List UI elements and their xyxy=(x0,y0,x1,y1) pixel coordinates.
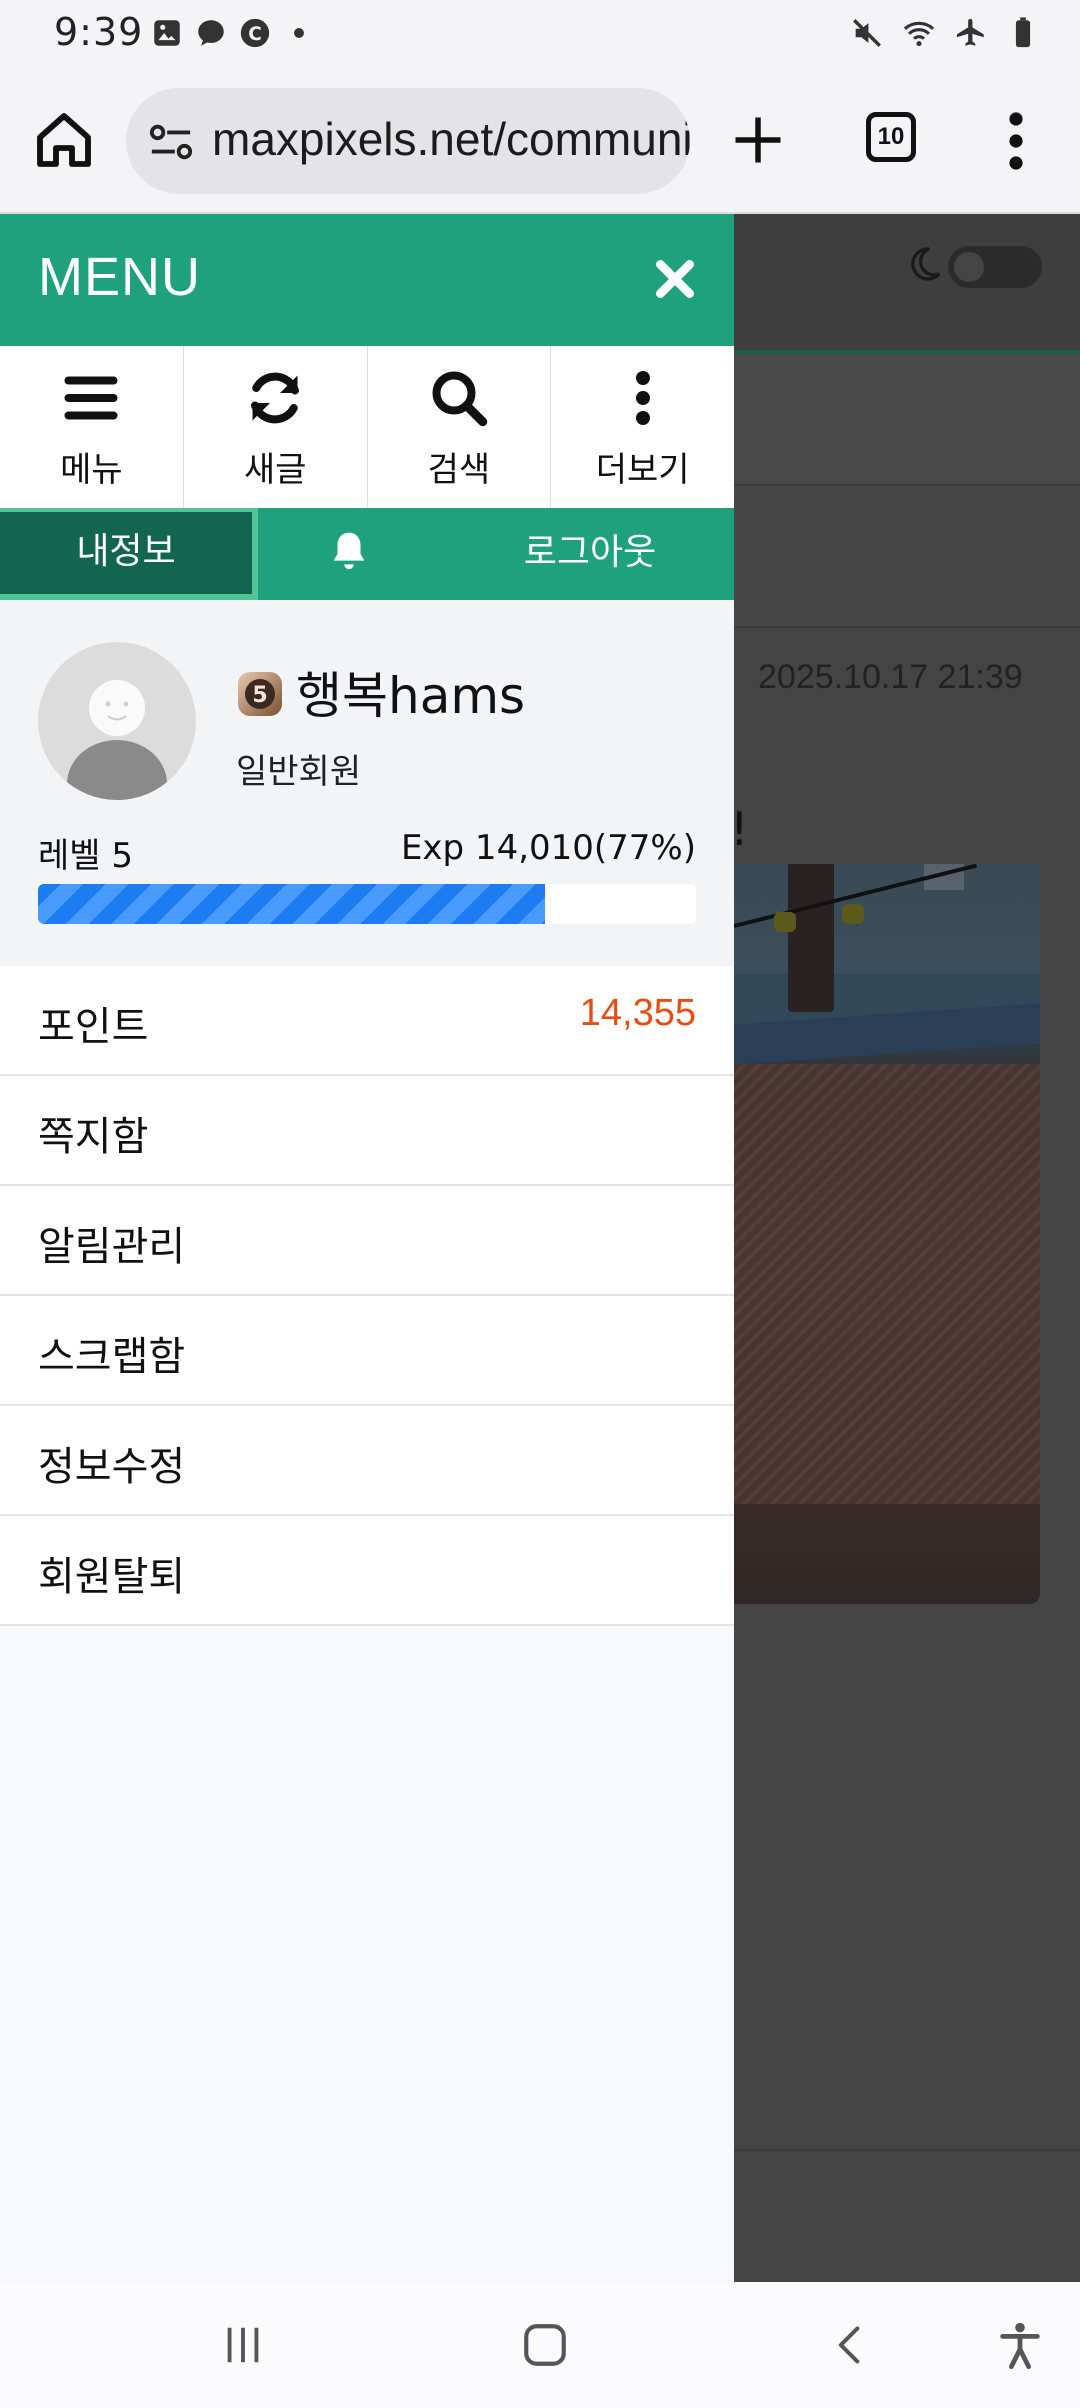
menu-item-label: 포인트 xyxy=(38,1004,149,1050)
browser-menu-icon[interactable] xyxy=(994,108,1038,174)
tab-my-info[interactable]: 내정보 xyxy=(0,508,258,600)
drawer-tabs: 내정보 로그아웃 xyxy=(0,508,734,600)
menu-button[interactable]: 메뉴 xyxy=(0,346,184,508)
account-menu: 포인트 14,355 쪽지함 알림관리 스크랩함 정보수정 회원탈퇴 xyxy=(0,966,734,1626)
back-icon[interactable] xyxy=(828,2320,872,2370)
menu-item-notifications[interactable]: 알림관리 xyxy=(0,1186,734,1296)
more-button-label: 더보기 xyxy=(595,450,690,490)
exp-progress-fill xyxy=(38,884,545,924)
username: 행복hams xyxy=(296,667,526,725)
page-section xyxy=(734,354,1080,486)
search-icon xyxy=(432,371,488,427)
dark-mode-toggle[interactable] xyxy=(948,246,1042,288)
tab-logout[interactable]: 로그아웃 xyxy=(510,508,670,600)
accessibility-icon[interactable] xyxy=(994,2318,1046,2372)
search-button[interactable]: 검색 xyxy=(368,346,552,508)
airplane-icon xyxy=(956,18,984,46)
messenger-icon xyxy=(198,20,224,46)
svg-text:C: C xyxy=(248,24,262,45)
menu-item-label: 알림관리 xyxy=(38,1224,186,1270)
new-posts-button[interactable]: 새글 xyxy=(184,346,368,508)
new-tab-icon[interactable] xyxy=(728,110,788,170)
home-nav-icon[interactable] xyxy=(520,2320,570,2370)
menu-item-points[interactable]: 포인트 14,355 xyxy=(0,966,734,1076)
post-date: 2025.10.17 21:39 xyxy=(758,658,1023,696)
post-title-row: ! xyxy=(734,486,1080,856)
browser-toolbar: maxpixels.net/community 10 xyxy=(0,72,1080,214)
new-posts-button-label: 새글 xyxy=(243,450,307,490)
avatar-placeholder-icon xyxy=(67,680,167,800)
more-button[interactable]: 더보기 xyxy=(551,346,734,508)
dimmed-page-overlay[interactable]: ! 2025.10.17 21:39 xyxy=(734,214,1080,2282)
recent-apps-icon[interactable] xyxy=(220,2322,266,2368)
post-photo xyxy=(734,864,1040,1604)
quick-actions: 메뉴 새글 검색 더보기 xyxy=(0,346,734,509)
more-vertical-icon xyxy=(635,371,650,425)
drawer-header: MENU xyxy=(0,214,734,346)
tab-switcher-button[interactable]: 10 xyxy=(866,112,916,162)
menu-item-messages[interactable]: 쪽지함 xyxy=(0,1076,734,1186)
menu-item-label: 회원탈퇴 xyxy=(38,1554,186,1600)
avatar[interactable] xyxy=(38,642,196,800)
menu-button-label: 메뉴 xyxy=(60,450,123,490)
page-header xyxy=(734,214,1080,354)
svg-text:5: 5 xyxy=(252,683,267,708)
url-text: maxpixels.net/community xyxy=(212,113,690,165)
post-title-fragment: ! xyxy=(734,802,748,856)
member-role: 일반회원 xyxy=(236,752,362,792)
c-app-icon: C xyxy=(240,18,270,48)
menu-item-scraps[interactable]: 스크랩함 xyxy=(0,1296,734,1406)
level-badge-icon: 5 xyxy=(238,672,282,716)
close-icon[interactable] xyxy=(650,254,700,304)
search-button-label: 검색 xyxy=(427,450,491,490)
points-value: 14,355 xyxy=(579,992,696,1034)
exp-progress-bar xyxy=(38,884,696,924)
status-bar: 9:39 C xyxy=(0,0,1080,72)
level-label: 레벨 5 xyxy=(38,836,133,876)
image-icon xyxy=(154,20,180,46)
exp-label: Exp 14,010(77%) xyxy=(400,828,696,868)
menu-item-label: 정보수정 xyxy=(38,1444,186,1490)
refresh-icon xyxy=(251,372,300,424)
moon-icon xyxy=(911,247,941,281)
address-bar[interactable]: maxpixels.net/community xyxy=(126,88,690,194)
profile-card: 5 행복hams 일반회원 레벨 5 Exp 14,010(77%) xyxy=(0,600,734,968)
hamburger-icon xyxy=(64,376,118,420)
system-nav-bar xyxy=(0,2282,1080,2408)
site-settings-icon[interactable] xyxy=(148,122,194,162)
wifi-icon xyxy=(903,21,935,47)
divider xyxy=(734,2149,1080,2151)
battery-icon xyxy=(1015,17,1031,48)
dot-icon xyxy=(294,28,304,38)
side-drawer: MENU 메뉴 새글 검색 더보기 내정보 로그아웃 5 행복hams 일반회원… xyxy=(0,214,734,2282)
menu-item-label: 스크랩함 xyxy=(38,1334,186,1380)
menu-item-label: 쪽지함 xyxy=(38,1114,149,1160)
home-icon[interactable] xyxy=(32,108,96,172)
mute-icon xyxy=(853,19,881,47)
bell-icon[interactable] xyxy=(326,526,372,576)
menu-item-withdraw[interactable]: 회원탈퇴 xyxy=(0,1516,734,1626)
status-time: 9:39 xyxy=(54,10,144,54)
menu-item-edit-profile[interactable]: 정보수정 xyxy=(0,1406,734,1516)
drawer-title: MENU xyxy=(38,247,201,307)
